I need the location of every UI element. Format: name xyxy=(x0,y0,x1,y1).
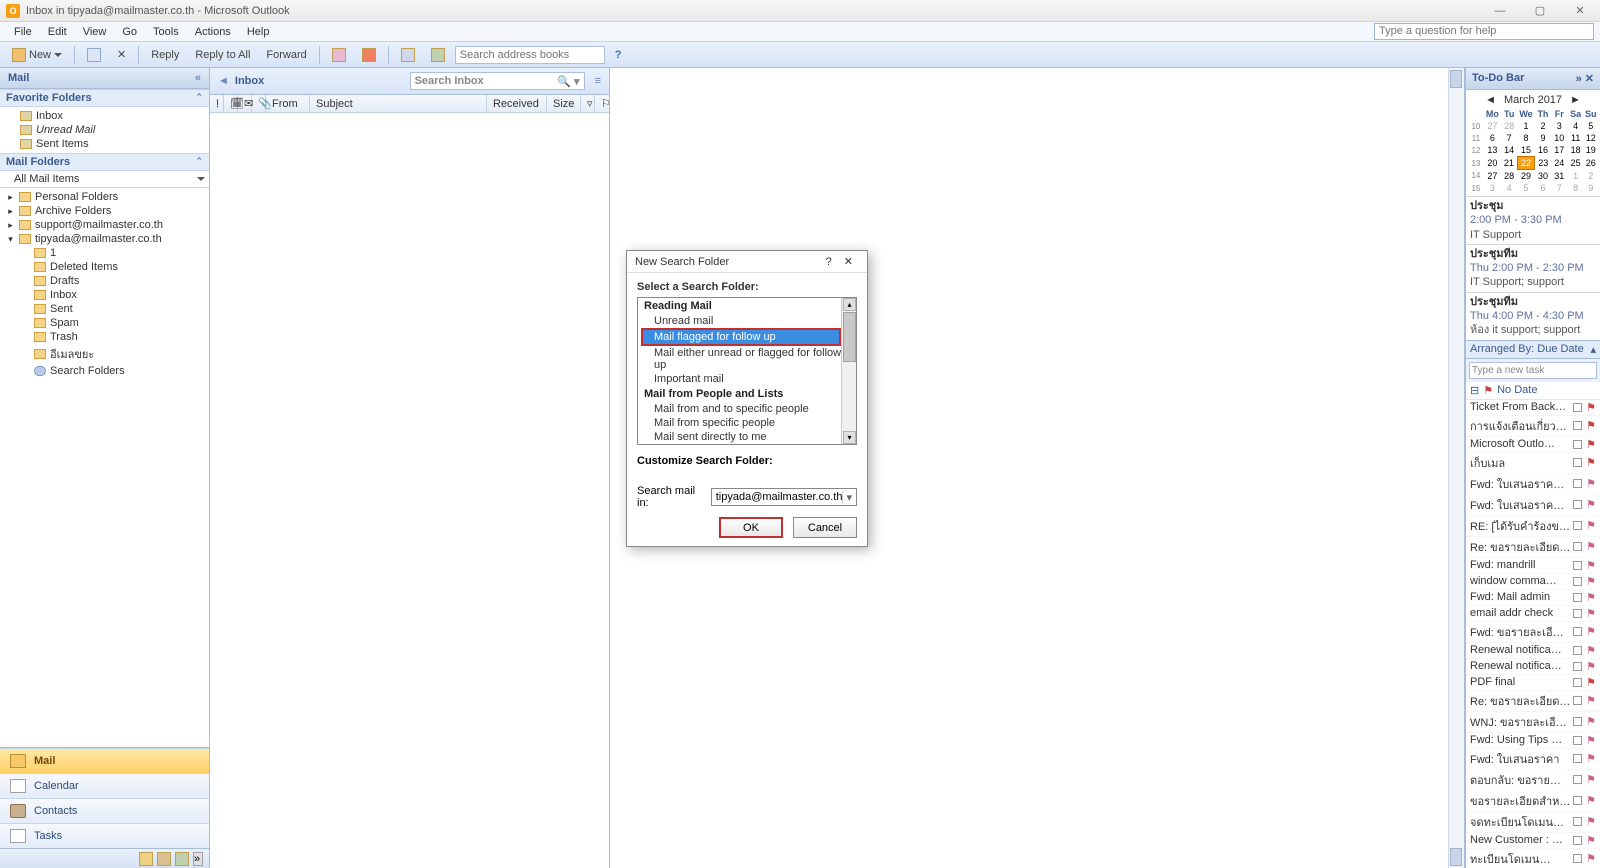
mailbox-combobox[interactable]: tipyada@mailmaster.co.th▾ xyxy=(711,488,857,506)
select-folder-label: Select a Search Folder: xyxy=(637,281,857,293)
scroll-down-icon[interactable]: ▾ xyxy=(843,431,856,444)
search-folder-option[interactable]: Mail sent to distribution lists xyxy=(638,444,856,445)
dialog-close-button[interactable]: ✕ xyxy=(838,255,859,268)
search-folder-option[interactable]: Important mail xyxy=(638,372,856,386)
search-folder-option[interactable]: Mail from specific people xyxy=(638,416,856,430)
cancel-button[interactable]: Cancel xyxy=(793,517,857,538)
scrollbar-thumb[interactable] xyxy=(843,312,856,362)
dialog-titlebar: New Search Folder ? ✕ xyxy=(627,251,867,273)
search-folder-option[interactable]: Mail sent directly to me xyxy=(638,430,856,444)
new-search-folder-dialog: New Search Folder ? ✕ Select a Search Fo… xyxy=(626,250,868,547)
ok-button[interactable]: OK xyxy=(719,517,783,538)
listbox-scrollbar[interactable]: ▴ ▾ xyxy=(841,298,856,444)
customize-label: Customize Search Folder: xyxy=(637,455,857,467)
category-header: Reading Mail xyxy=(638,298,856,314)
dialog-title: New Search Folder xyxy=(635,256,729,268)
search-folder-option[interactable]: Mail flagged for follow up xyxy=(641,328,841,346)
search-mail-in-label: Search mail in: xyxy=(637,485,705,509)
search-folder-option[interactable]: Mail either unread or flagged for follow… xyxy=(638,346,856,372)
search-folder-option[interactable]: Unread mail xyxy=(638,314,856,328)
category-header: Mail from People and Lists xyxy=(638,386,856,402)
search-folder-listbox[interactable]: Reading MailUnread mailMail flagged for … xyxy=(637,297,857,445)
dialog-help-button[interactable]: ? xyxy=(820,256,838,268)
modal-backdrop: New Search Folder ? ✕ Select a Search Fo… xyxy=(0,0,1600,868)
search-folder-option[interactable]: Mail from and to specific people xyxy=(638,402,856,416)
scroll-up-icon[interactable]: ▴ xyxy=(843,298,856,311)
